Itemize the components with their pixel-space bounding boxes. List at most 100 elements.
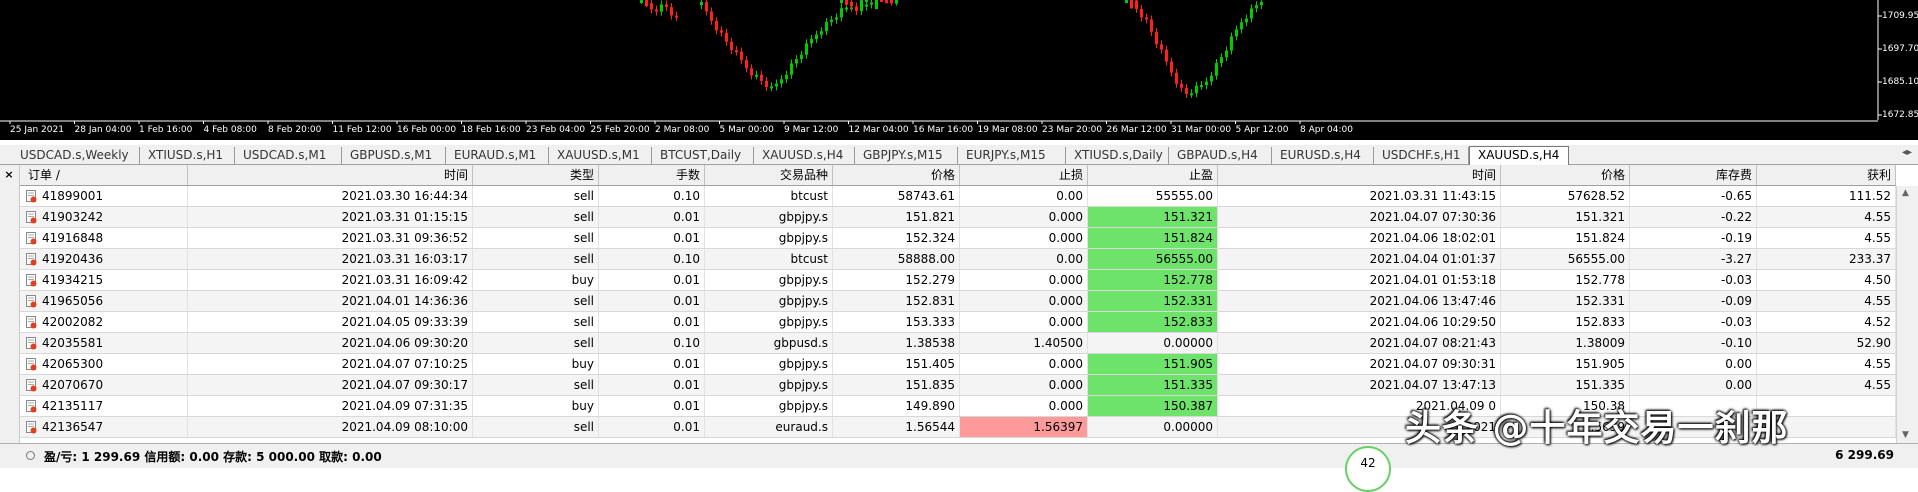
cell-price: 1.38538 <box>833 333 960 353</box>
candle-body <box>810 39 813 44</box>
candle-body <box>895 0 898 4</box>
cell-price: 151.821 <box>833 207 960 227</box>
tab-scroll-right-icon[interactable]: ◂▸ <box>1900 147 1914 163</box>
chart-tab[interactable]: USDCAD.s,Weekly <box>12 147 140 164</box>
candle-body <box>1180 83 1183 88</box>
table-row[interactable]: 41920436 2021.03.31 16:03:17 sell 0.10 btcus… <box>20 249 1896 270</box>
candle-body <box>1160 44 1163 50</box>
cell-profit: 52.90 <box>1757 333 1896 353</box>
chart-tab[interactable]: EURAUD.s,M1 <box>446 147 549 164</box>
cell-close-price: 1.38009 <box>1501 333 1630 353</box>
chart-tab[interactable]: GBPJPY.s,M15 <box>855 147 958 164</box>
chart-tab[interactable]: XTIUSD.s,H1 <box>140 147 235 164</box>
column-header-3[interactable]: 手数 <box>599 165 705 185</box>
column-header-1[interactable]: 时间 <box>188 165 473 185</box>
cell-order: 42035581 <box>20 333 188 353</box>
table-row[interactable]: 42070670 2021.04.07 09:30:17 sell 0.01 gbpjp… <box>20 375 1896 396</box>
column-header-4[interactable]: 交易品种 <box>705 165 833 185</box>
cell-lots: 0.01 <box>599 207 705 227</box>
cell-type: sell <box>473 417 599 437</box>
candle-body <box>755 74 758 77</box>
time-scale-label: 8 Apr 04:00 <box>1300 125 1353 135</box>
chart-tab[interactable]: EURUSD.s,H4 <box>1272 147 1374 164</box>
time-scale-label: 2 Mar 08:00 <box>655 125 710 135</box>
time-scale-label: 28 Jan 04:00 <box>74 125 132 135</box>
cell-close-time: 2021.04.07 07:30:36 <box>1218 207 1501 227</box>
close-icon[interactable]: × <box>2 168 16 182</box>
cell-swap: -0.10 <box>1630 333 1757 353</box>
price-scale-label: 1685.10 <box>1882 77 1918 87</box>
candle-body <box>1185 87 1188 94</box>
chart-tab[interactable]: EURJPY.s,M15 <box>958 147 1066 164</box>
cell-tp: 152.778 <box>1088 270 1218 290</box>
column-header-8[interactable]: 时间 <box>1218 165 1501 185</box>
cell-close-time: 2021.04.07 13:47:13 <box>1218 375 1501 395</box>
vertical-scrollbar[interactable]: ▲ ▼ <box>1896 186 1918 446</box>
candle-body <box>785 74 788 80</box>
cell-profit: 233.37 <box>1757 249 1896 269</box>
candle-body <box>835 17 838 20</box>
candle-body <box>1205 81 1208 86</box>
cell-profit: 4.55 <box>1757 375 1896 395</box>
chart-tab[interactable]: XAUUSD.s,H4 <box>1469 146 1569 165</box>
cell-open-time: 2021.04.09 07:31:35 <box>188 396 473 416</box>
chart-tab[interactable]: USDCAD.s,M1 <box>235 147 342 164</box>
column-header-11[interactable]: 获利 <box>1757 165 1896 185</box>
table-row[interactable]: 42035581 2021.04.06 09:30:20 sell 0.10 gbpus… <box>20 333 1896 354</box>
cell-swap: 0.00 <box>1630 375 1757 395</box>
candle-body <box>850 1 853 7</box>
table-row[interactable]: 41965056 2021.04.01 14:36:36 sell 0.01 gbpjp… <box>20 291 1896 312</box>
scroll-down-icon[interactable]: ▼ <box>1902 430 1909 440</box>
candle-body <box>815 34 818 39</box>
candle-body <box>845 0 848 5</box>
candle-body <box>790 63 793 75</box>
candle-body <box>760 74 763 81</box>
cell-lots: 0.01 <box>599 291 705 311</box>
candle-body <box>1215 63 1218 76</box>
time-scale-label: 23 Feb 04:00 <box>526 125 586 135</box>
cell-sl: 0.000 <box>960 354 1088 374</box>
cell-sl: 0.00 <box>960 249 1088 269</box>
candle-body <box>1230 36 1233 51</box>
time-scale-label: 5 Mar 00:00 <box>719 125 774 135</box>
price-chart[interactable]: 1709.95 1697.70 1685.10 1672.85 25 Jan 2021… <box>0 0 1918 140</box>
table-row[interactable]: 42065300 2021.04.07 07:10:25 buy 0.01 gbpjpy… <box>20 354 1896 375</box>
candle-body <box>1170 61 1173 73</box>
cell-price: 58743.61 <box>833 186 960 206</box>
chart-tab-bar: USDCAD.s,Weekly XTIUSD.s,H1 USDCAD.s,M1 GBP… <box>0 145 1918 165</box>
cell-price: 151.405 <box>833 354 960 374</box>
column-header-9[interactable]: 价格 <box>1501 165 1630 185</box>
chart-tab[interactable]: XAUUSD.s,H4 <box>754 147 855 164</box>
column-header-7[interactable]: 止盈 <box>1088 165 1218 185</box>
cell-type: sell <box>473 312 599 332</box>
table-row[interactable]: 41916848 2021.03.31 09:36:52 sell 0.01 gbpjp… <box>20 228 1896 249</box>
chart-tab[interactable]: GBPUSD.s,M1 <box>342 147 446 164</box>
candle-body <box>1250 8 1253 19</box>
table-row[interactable]: 41899001 2021.03.30 16:44:34 sell 0.10 btcus… <box>20 186 1896 207</box>
scroll-up-icon[interactable]: ▲ <box>1902 188 1909 198</box>
table-row[interactable]: 41934215 2021.03.31 16:09:42 buy 0.01 gbpjpy… <box>20 270 1896 291</box>
chart-tab[interactable]: USDCHF.s,H1 <box>1374 147 1469 164</box>
chart-tab[interactable]: XTIUSD.s,Daily <box>1066 147 1169 164</box>
column-header-2[interactable]: 类型 <box>473 165 599 185</box>
chart-tab[interactable]: BTCUST,Daily <box>652 147 754 164</box>
candle-body <box>675 15 678 18</box>
cell-sl: 0.000 <box>960 291 1088 311</box>
candlestick-plot <box>0 0 1882 124</box>
chart-tab[interactable]: XAUUSD.s,M1 <box>549 147 652 164</box>
cell-close-price: 151.905 <box>1501 354 1630 374</box>
table-row[interactable]: 42002082 2021.04.05 09:33:39 sell 0.01 gbpjp… <box>20 312 1896 333</box>
cell-symbol: btcust <box>705 186 833 206</box>
column-header-5[interactable]: 价格 <box>833 165 960 185</box>
watermark-badge: 42 <box>1345 446 1391 492</box>
cell-open-time: 2021.04.01 14:36:36 <box>188 291 473 311</box>
table-row[interactable]: 41903242 2021.03.31 01:15:15 sell 0.01 gbpjp… <box>20 207 1896 228</box>
column-header-6[interactable]: 止损 <box>960 165 1088 185</box>
chart-tab[interactable]: GBPAUD.s,H4 <box>1169 147 1272 164</box>
cell-swap: -0.03 <box>1630 270 1757 290</box>
column-header-0[interactable]: 订单 / <box>20 165 188 185</box>
candle-body <box>1135 0 1138 9</box>
candle-body <box>1255 5 1258 9</box>
cell-order: 41920436 <box>20 249 188 269</box>
column-header-10[interactable]: 库存费 <box>1630 165 1757 185</box>
